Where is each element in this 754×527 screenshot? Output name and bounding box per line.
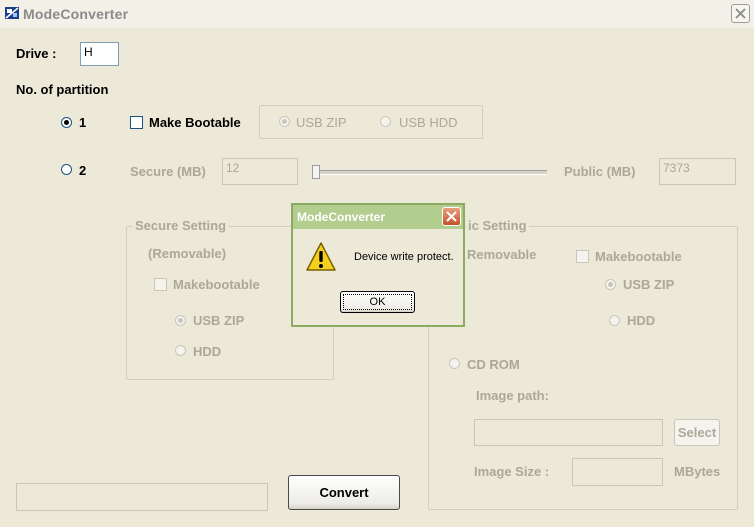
usb-hdd-label: USB HDD [399,115,458,130]
status-field [16,483,268,511]
partition-slider-track[interactable] [316,170,547,175]
public-removable-label: Removable [467,247,537,262]
drive-field[interactable]: H [80,42,119,66]
secure-makebootable-checkbox[interactable] [154,278,167,291]
usb-zip-radio[interactable] [279,116,290,127]
make-bootable-checkbox[interactable] [130,116,143,129]
partition-2-radio[interactable] [61,164,72,175]
image-path-field[interactable] [474,419,663,446]
close-icon[interactable] [731,4,750,23]
secure-makebootable-label: Makebootable [173,277,260,292]
secure-mb-label: Secure (MB) [130,164,206,179]
public-hdd-label: HDD [627,313,656,328]
make-bootable-label: Make Bootable [149,115,241,130]
dialog-close-icon[interactable] [442,207,461,226]
public-hdd-radio[interactable] [609,315,620,326]
secure-hdd-label: HDD [193,344,222,359]
convert-button[interactable]: Convert [288,475,400,510]
partition-slider-thumb[interactable] [312,165,320,179]
title-bar[interactable]: ModeConverter [0,0,754,28]
image-size-field[interactable] [572,458,663,486]
cd-rom-label: CD ROM [467,357,520,372]
dialog-title: ModeConverter [297,210,386,224]
mbytes-label: MBytes [674,464,721,479]
window-title: ModeConverter [23,6,129,22]
public-makebootable-checkbox[interactable] [576,250,589,263]
public-mb-label: Public (MB) [564,164,636,179]
usb-hdd-radio[interactable] [380,116,391,127]
public-mb-field[interactable]: 7373 [659,158,736,185]
partition-label: No. of partition [16,82,109,97]
usb-zip-label: USB ZIP [296,115,347,130]
app-icon [4,5,20,21]
image-path-label: Image path: [476,388,549,403]
secure-hdd-radio[interactable] [175,345,186,356]
message-dialog: ModeConverter Device write protect. OK [291,203,465,327]
cd-rom-radio[interactable] [449,358,460,369]
ok-button[interactable]: OK [340,291,415,313]
partition-1-label: 1 [79,115,87,130]
secure-removable-label: (Removable) [148,246,227,261]
dialog-title-bar[interactable]: ModeConverter [293,205,463,229]
partition-1-radio[interactable] [61,117,72,128]
public-makebootable-label: Makebootable [595,249,682,264]
drive-label: Drive : [16,46,57,61]
warning-icon [305,241,337,273]
image-size-label: Image Size : [474,464,550,479]
secure-mb-field[interactable]: 12 [222,158,298,185]
partition-2-label: 2 [79,163,87,178]
secure-usb-zip-radio[interactable] [175,315,186,326]
public-usb-zip-radio[interactable] [605,279,616,290]
secure-usb-zip-label: USB ZIP [193,313,245,328]
secure-setting-title: Secure Setting [133,218,229,233]
public-usb-zip-label: USB ZIP [623,277,675,292]
select-button[interactable]: Select [674,419,720,446]
public-setting-title: ic Setting [466,218,529,233]
dialog-message: Device write protect. [354,251,454,263]
